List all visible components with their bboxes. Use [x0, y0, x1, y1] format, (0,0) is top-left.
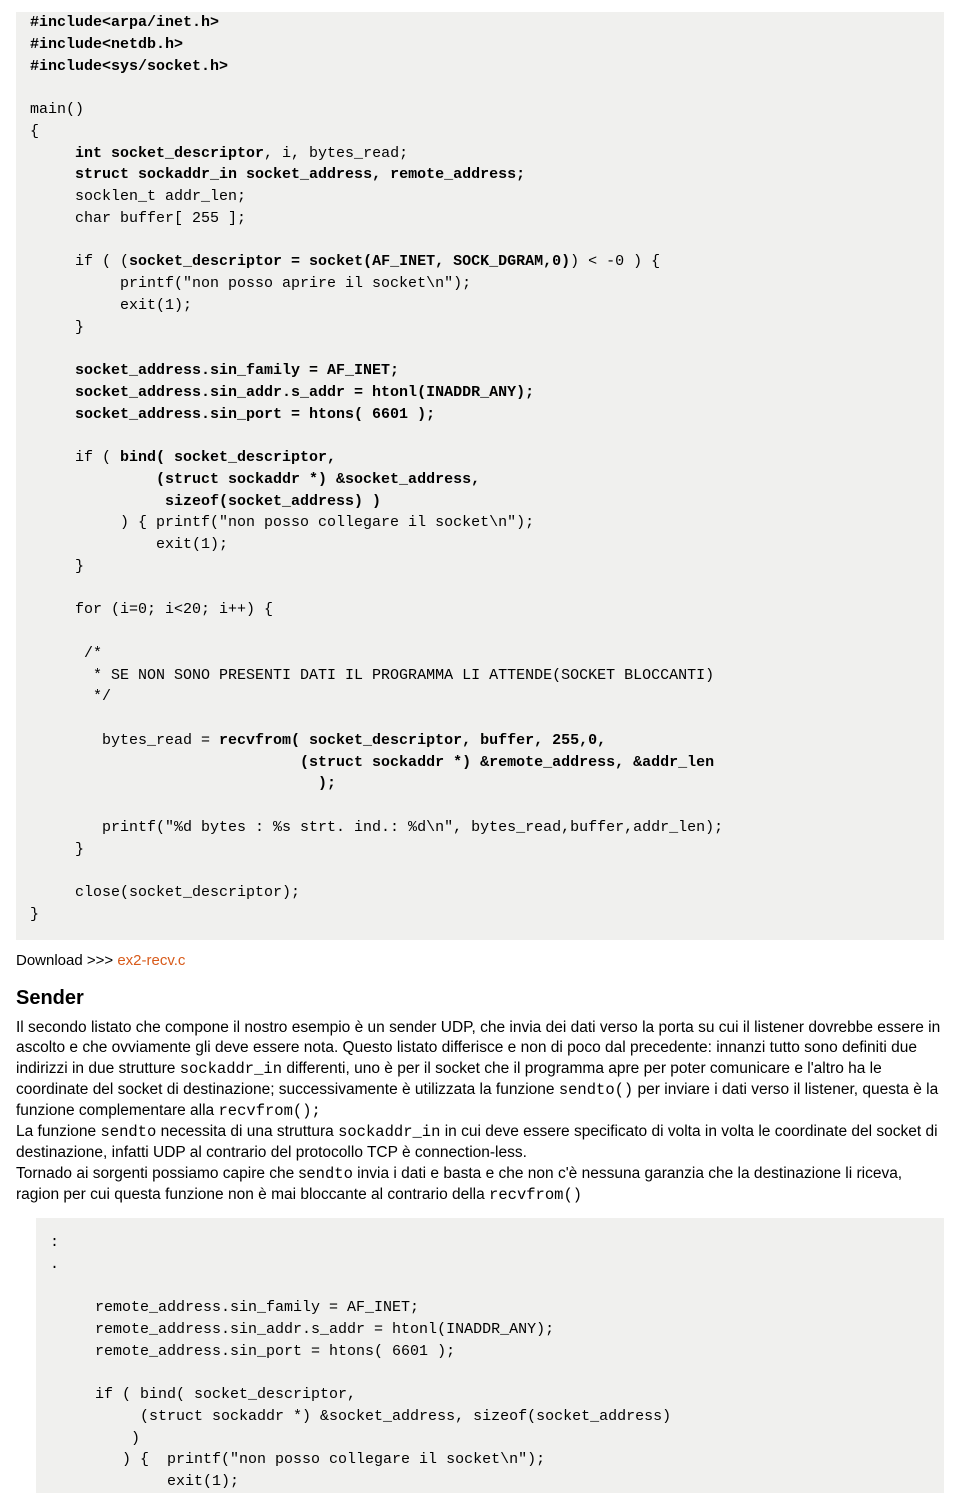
code-line: : [50, 1234, 59, 1251]
code-line: if ( bind( socket_descriptor, [50, 1386, 356, 1403]
code-line: } [30, 841, 84, 858]
download-line: Download >>> ex2-recv.c [16, 952, 944, 969]
code-line: if ( ( [30, 253, 129, 270]
code-line: sizeof(socket_address) ) [30, 493, 381, 510]
code-line: exit(1); [30, 536, 228, 553]
code-line: #include<sys/socket.h> [30, 58, 228, 75]
inline-code: sockaddr_in [180, 1060, 282, 1078]
prose-text: Tornado ai sorgenti possiamo capire che … [16, 1165, 306, 1182]
code-line: socket_address.sin_addr.s_addr = htonl(I… [30, 384, 534, 401]
code-line: * SE NON SONO PRESENTI DATI IL PROGRAMMA… [30, 667, 714, 684]
code-line: printf("non posso aprire il socket\n"); [30, 275, 471, 292]
code-line: for (i=0; i<20; i++) { [30, 601, 273, 618]
inline-code: recvfrom(); [218, 1102, 320, 1120]
code-line: (struct sockaddr *) &socket_address, siz… [50, 1408, 671, 1425]
code-line: #include<arpa/inet.h> [30, 14, 219, 31]
code-line: printf("%d bytes : %s strt. ind.: %d\n",… [30, 819, 723, 836]
code-span: socket_descriptor = socket(AF_INET, SOCK… [129, 253, 570, 270]
paragraph: Il secondo listato che compone il nostro… [16, 1018, 944, 1206]
code-line: ) [50, 1430, 140, 1447]
code-line: socklen_t addr_len; [30, 188, 246, 205]
code-listing-sender: : . remote_address.sin_family = AF_INET;… [36, 1218, 944, 1493]
code-listing-receiver: #include<arpa/inet.h> #include<netdb.h> … [16, 12, 944, 940]
code-line: #include<netdb.h> [30, 36, 183, 53]
inline-code: sockaddr_in [338, 1123, 440, 1141]
inline-code: endto [306, 1165, 353, 1183]
code-line: ) { printf("non posso collegare il socke… [30, 514, 534, 531]
code-line: bytes_read = [30, 732, 219, 749]
code-line: (struct sockaddr *) &socket_address, [30, 471, 480, 488]
code-line [30, 166, 75, 183]
prose-text: necessita di una struttura [156, 1123, 338, 1140]
prose-text: La funzione [16, 1123, 100, 1140]
code-span: recvfrom( socket_descriptor, buffer, 255… [219, 732, 606, 749]
code-line [30, 145, 75, 162]
code-line: close(socket_descriptor); [30, 884, 300, 901]
code-line: if ( [30, 449, 120, 466]
inline-code: sendto [100, 1123, 156, 1141]
code-line: */ [30, 688, 111, 705]
code-line: socket_address.sin_family = AF_INET; [30, 362, 399, 379]
code-line: ) { printf("non posso collegare il socke… [50, 1451, 545, 1468]
code-line: . [50, 1256, 59, 1273]
code-line: ); [30, 775, 336, 792]
code-line: exit(1); [50, 1473, 239, 1490]
code-line: } [30, 906, 39, 923]
code-span: struct sockaddr_in socket_address, remot… [75, 166, 525, 183]
code-line: socket_address.sin_port = htons( 6601 ); [30, 406, 435, 423]
code-span: bind( socket_descriptor, [120, 449, 336, 466]
code-line: main() [30, 101, 84, 118]
code-line: remote_address.sin_family = AF_INET; [50, 1299, 419, 1316]
download-link[interactable]: ex2-recv.c [117, 952, 185, 969]
inline-code: sendto() [559, 1081, 633, 1099]
code-line: remote_address.sin_port = htons( 6601 ); [50, 1343, 455, 1360]
code-line: remote_address.sin_addr.s_addr = htonl(I… [50, 1321, 554, 1338]
code-line: /* [30, 645, 102, 662]
code-line: { [30, 123, 39, 140]
code-line: (struct sockaddr *) &remote_address, &ad… [30, 754, 714, 771]
code-line: } [30, 558, 84, 575]
section-heading-sender: Sender [16, 987, 944, 1010]
code-line: exit(1); [30, 297, 192, 314]
code-line: char buffer[ 255 ]; [30, 210, 246, 227]
download-label: Download >>> [16, 952, 117, 969]
code-span: , i, bytes_read; [264, 145, 408, 162]
code-span: int socket_descriptor [75, 145, 264, 162]
code-line: } [30, 319, 84, 336]
code-span: ) < -0 ) { [570, 253, 660, 270]
inline-code: recvfrom() [489, 1186, 582, 1204]
